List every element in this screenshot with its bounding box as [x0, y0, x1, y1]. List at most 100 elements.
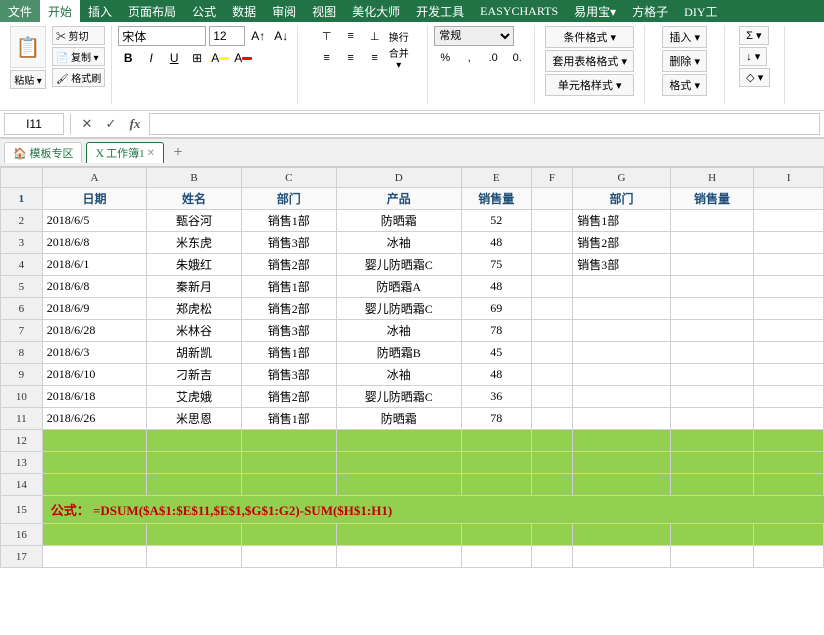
cell-B2[interactable]: 甄谷河 — [147, 210, 242, 232]
cell-D7[interactable]: 冰袖 — [336, 320, 461, 342]
cell-A9[interactable]: 2018/6/10 — [42, 364, 146, 386]
cell-B5[interactable]: 秦新月 — [147, 276, 242, 298]
add-sheet-button[interactable]: + — [168, 143, 188, 163]
italic-button[interactable]: I — [141, 48, 161, 68]
cell-E8[interactable]: 45 — [461, 342, 531, 364]
cell-C13[interactable] — [241, 452, 336, 474]
cell-H9[interactable] — [670, 364, 754, 386]
cell-C8[interactable]: 销售1部 — [241, 342, 336, 364]
cell-C9[interactable]: 销售3部 — [241, 364, 336, 386]
wrap-text-button[interactable]: 换行 — [388, 26, 410, 46]
cell-C11[interactable]: 销售1部 — [241, 408, 336, 430]
align-top-button[interactable]: ⊤ — [316, 26, 338, 46]
cell-E10[interactable]: 36 — [461, 386, 531, 408]
cell-I17[interactable] — [754, 546, 824, 568]
cell-E6[interactable]: 69 — [461, 298, 531, 320]
confirm-formula-icon[interactable]: ✓ — [101, 114, 121, 134]
cell-H1[interactable]: 销售量 — [670, 188, 754, 210]
align-bottom-button[interactable]: ⊥ — [364, 26, 386, 46]
cell-C17[interactable] — [241, 546, 336, 568]
cell-G1[interactable]: 部门 — [573, 188, 670, 210]
cell-A8[interactable]: 2018/6/3 — [42, 342, 146, 364]
tab-close-icon[interactable]: ✕ — [147, 148, 155, 159]
cell-I7[interactable] — [754, 320, 824, 342]
cell-H3[interactable] — [670, 232, 754, 254]
cell-G5[interactable] — [573, 276, 670, 298]
cell-I2[interactable] — [754, 210, 824, 232]
cell-G11[interactable] — [573, 408, 670, 430]
cell-D16[interactable] — [336, 524, 461, 546]
cell-I8[interactable] — [754, 342, 824, 364]
cell-H13[interactable] — [670, 452, 754, 474]
cell-C2[interactable]: 销售1部 — [241, 210, 336, 232]
align-middle-button[interactable]: ≡ — [340, 26, 362, 46]
cell-C10[interactable]: 销售2部 — [241, 386, 336, 408]
cell-F10[interactable] — [531, 386, 573, 408]
cell-F14[interactable] — [531, 474, 573, 496]
cell-H11[interactable] — [670, 408, 754, 430]
cell-I4[interactable] — [754, 254, 824, 276]
menu-item-7[interactable]: 视图 — [304, 0, 344, 22]
cell-H4[interactable] — [670, 254, 754, 276]
cell-D2[interactable]: 防晒霜 — [336, 210, 461, 232]
font-color-button[interactable]: A — [233, 48, 253, 68]
cell-F4[interactable] — [531, 254, 573, 276]
border-button[interactable]: ⊞ — [187, 48, 207, 68]
cell-B10[interactable]: 艾虎娥 — [147, 386, 242, 408]
cell-E14[interactable] — [461, 474, 531, 496]
cell-C6[interactable]: 销售2部 — [241, 298, 336, 320]
cell-G2[interactable]: 销售1部 — [573, 210, 670, 232]
cell-C4[interactable]: 销售2部 — [241, 254, 336, 276]
menu-item-10[interactable]: EASYCHARTS — [472, 0, 566, 22]
cell-F1[interactable] — [531, 188, 573, 210]
bold-button[interactable]: B — [118, 48, 138, 68]
cell-reference-input[interactable] — [4, 113, 64, 135]
cell-C14[interactable] — [241, 474, 336, 496]
cell-F16[interactable] — [531, 524, 573, 546]
menu-item-12[interactable]: 方格子 — [624, 0, 676, 22]
cell-F12[interactable] — [531, 430, 573, 452]
cell-G16[interactable] — [573, 524, 670, 546]
cell-A10[interactable]: 2018/6/18 — [42, 386, 146, 408]
menu-item-5[interactable]: 数据 — [224, 0, 264, 22]
clear-button[interactable]: ◇ ▾ — [739, 68, 770, 87]
cell-D17[interactable] — [336, 546, 461, 568]
cell-G13[interactable] — [573, 452, 670, 474]
cell-H6[interactable] — [670, 298, 754, 320]
cell-H5[interactable] — [670, 276, 754, 298]
align-center-button[interactable]: ≡ — [340, 48, 362, 68]
cell-E9[interactable]: 48 — [461, 364, 531, 386]
cell-G7[interactable] — [573, 320, 670, 342]
cell-C12[interactable] — [241, 430, 336, 452]
cell-I13[interactable] — [754, 452, 824, 474]
cell-D8[interactable]: 防晒霜B — [336, 342, 461, 364]
cell-H16[interactable] — [670, 524, 754, 546]
decrease-font-button[interactable]: A↓ — [271, 26, 291, 46]
menu-item-4[interactable]: 公式 — [184, 0, 224, 22]
cell-B17[interactable] — [147, 546, 242, 568]
cell-G9[interactable] — [573, 364, 670, 386]
cell-F7[interactable] — [531, 320, 573, 342]
cell-G6[interactable] — [573, 298, 670, 320]
cell-H8[interactable] — [670, 342, 754, 364]
insert-button[interactable]: 插入 ▾ — [662, 26, 707, 48]
paste-button[interactable]: 📋 — [10, 26, 46, 68]
underline-button[interactable]: U — [164, 48, 184, 68]
menu-item-13[interactable]: DIY工 — [676, 0, 725, 22]
cell-E2[interactable]: 52 — [461, 210, 531, 232]
cell-A14[interactable] — [42, 474, 146, 496]
copy-button[interactable]: 📄 复制 ▾ — [52, 47, 105, 66]
cell-E16[interactable] — [461, 524, 531, 546]
cell-B4[interactable]: 朱娥红 — [147, 254, 242, 276]
cell-D9[interactable]: 冰袖 — [336, 364, 461, 386]
cell-D11[interactable]: 防晒霜 — [336, 408, 461, 430]
cell-B9[interactable]: 刁新吉 — [147, 364, 242, 386]
menu-item-3[interactable]: 页面布局 — [120, 0, 184, 22]
merge-button[interactable]: 合并▾ — [388, 48, 410, 68]
cell-A13[interactable] — [42, 452, 146, 474]
cell-B1[interactable]: 姓名 — [147, 188, 242, 210]
cell-B6[interactable]: 郑虎松 — [147, 298, 242, 320]
cell-E11[interactable]: 78 — [461, 408, 531, 430]
cell-A16[interactable] — [42, 524, 146, 546]
cell-A6[interactable]: 2018/6/9 — [42, 298, 146, 320]
